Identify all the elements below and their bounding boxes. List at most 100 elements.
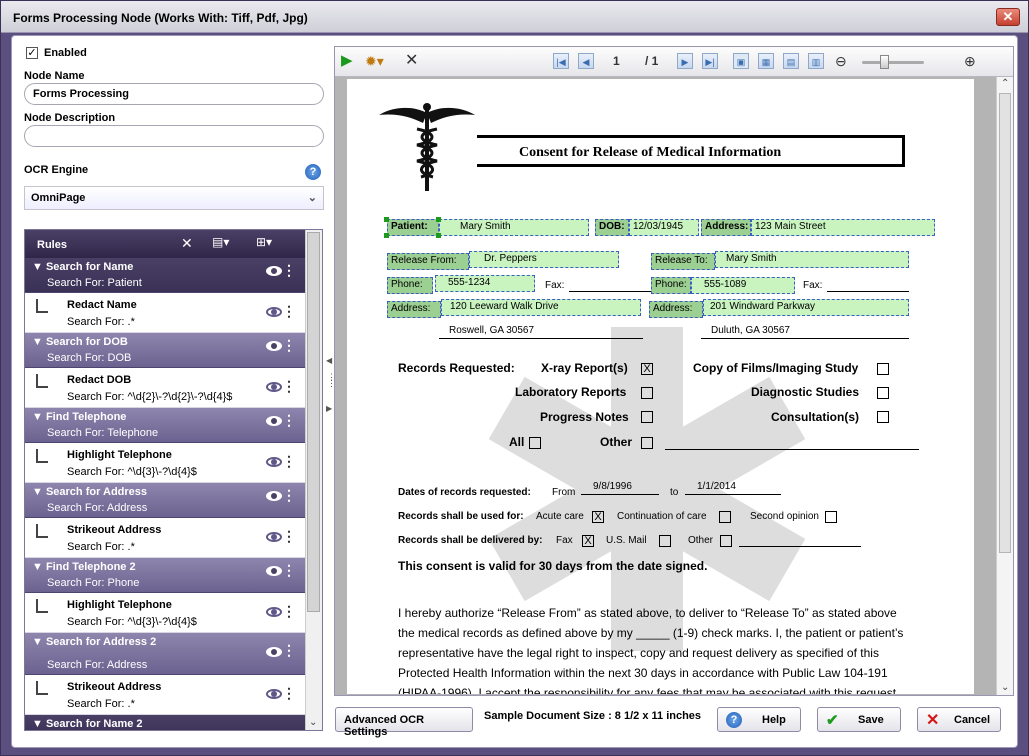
eye-icon[interactable] bbox=[266, 647, 282, 657]
more-options-icon[interactable]: ⋮ bbox=[282, 263, 296, 277]
other-delivery-checkbox[interactable] bbox=[720, 535, 732, 547]
release-to-value-field[interactable]: Mary Smith bbox=[715, 251, 909, 268]
selection-handle[interactable] bbox=[384, 217, 389, 222]
more-options-icon[interactable]: ⋮ bbox=[282, 563, 296, 577]
rule-action[interactable]: Highlight Telephone Search For: ^\d{3}\-?… bbox=[25, 593, 306, 633]
close-button[interactable]: ✕ bbox=[996, 8, 1020, 26]
current-page[interactable]: 1 bbox=[613, 53, 620, 69]
scroll-down-icon[interactable]: ⌄ bbox=[1001, 682, 1009, 693]
rule-group[interactable]: ▼ Search for Address 2 Search For: Addres… bbox=[25, 633, 306, 675]
previous-page-icon[interactable]: ◀ bbox=[578, 53, 594, 69]
eye-icon[interactable] bbox=[266, 607, 282, 617]
actual-size-icon[interactable]: ▥ bbox=[808, 53, 824, 69]
zoom-in-icon[interactable]: ⊕ bbox=[964, 53, 976, 69]
patient-label-field[interactable]: Patient: bbox=[387, 219, 439, 236]
release-from-label-field[interactable]: Release From: bbox=[387, 253, 469, 270]
xray-checkbox[interactable]: X bbox=[641, 363, 653, 375]
save-button[interactable]: ✔ Save bbox=[817, 707, 901, 732]
eye-icon[interactable] bbox=[266, 266, 282, 276]
zoom-slider-thumb[interactable] bbox=[880, 55, 889, 69]
selection-handle[interactable] bbox=[436, 217, 441, 222]
phone-label-to[interactable]: Phone: bbox=[651, 277, 691, 294]
rules-scrollbar[interactable]: ⌄ bbox=[305, 230, 322, 730]
eye-icon[interactable] bbox=[266, 457, 282, 467]
cancel-button[interactable]: ✕ Cancel bbox=[917, 707, 1001, 732]
dob-label-field[interactable]: DOB: bbox=[595, 219, 629, 236]
rule-group[interactable]: ▼ Search for DOB Search For: DOB ⋮ bbox=[25, 333, 306, 368]
more-options-icon[interactable]: ⋮ bbox=[282, 304, 296, 318]
rule-group[interactable]: ▼ Find Telephone Search For: Telephone ⋮ bbox=[25, 408, 306, 443]
eye-icon[interactable] bbox=[266, 689, 282, 699]
films-checkbox[interactable] bbox=[877, 363, 889, 375]
document-scroll-thumb[interactable] bbox=[999, 93, 1011, 553]
address-to-field[interactable]: 201 Windward Parkway bbox=[703, 299, 909, 316]
rule-action[interactable]: Strikeout Address Search For: .* ⋮ bbox=[25, 675, 306, 715]
address-to-label[interactable]: Address: bbox=[649, 301, 703, 318]
acute-checkbox[interactable]: X bbox=[592, 511, 604, 523]
rule-action[interactable]: Highlight Telephone Search For: ^\d{3}\-?… bbox=[25, 443, 306, 483]
phone-label-from[interactable]: Phone: bbox=[387, 277, 433, 294]
more-options-icon[interactable]: ⋮ bbox=[282, 529, 296, 543]
rules-scroll-thumb[interactable] bbox=[307, 232, 320, 612]
eye-icon[interactable] bbox=[266, 532, 282, 542]
rule-group[interactable]: ▼ Search for Name 2 bbox=[25, 715, 306, 730]
eye-icon[interactable] bbox=[266, 307, 282, 317]
collapse-left-icon[interactable]: ◀ bbox=[326, 356, 332, 365]
eye-icon[interactable] bbox=[266, 382, 282, 392]
release-to-label-field[interactable]: Release To: bbox=[651, 253, 715, 270]
fit-width-icon[interactable]: ▤ bbox=[783, 53, 799, 69]
zoom-slider[interactable] bbox=[862, 55, 924, 69]
address-from-field[interactable]: 120 Leeward Walk Drive bbox=[441, 299, 641, 316]
lab-checkbox[interactable] bbox=[641, 387, 653, 399]
fax-checkbox[interactable]: X bbox=[582, 535, 594, 547]
more-options-icon[interactable]: ⋮ bbox=[282, 413, 296, 427]
more-options-icon[interactable]: ⋮ bbox=[282, 686, 296, 700]
consultation-checkbox[interactable] bbox=[877, 411, 889, 423]
more-options-icon[interactable]: ⋮ bbox=[282, 379, 296, 393]
selection-handle[interactable] bbox=[436, 233, 441, 238]
rule-action[interactable]: Redact Name Search For: .* ⋮ bbox=[25, 293, 306, 333]
address-label-field[interactable]: Address: bbox=[701, 219, 751, 236]
other-checkbox[interactable] bbox=[641, 437, 653, 449]
help-icon[interactable]: ? bbox=[305, 164, 321, 180]
image-view-icon[interactable]: ▣ bbox=[733, 53, 749, 69]
all-checkbox[interactable] bbox=[529, 437, 541, 449]
second-opinion-checkbox[interactable] bbox=[825, 511, 837, 523]
node-name-input[interactable]: Forms Processing bbox=[24, 83, 324, 105]
help-button[interactable]: ? Help bbox=[717, 707, 801, 732]
node-description-input[interactable] bbox=[24, 125, 324, 147]
address-from-label[interactable]: Address: bbox=[387, 301, 441, 318]
scroll-up-icon[interactable]: ⌃ bbox=[1001, 78, 1009, 89]
release-from-value-field[interactable]: Dr. Peppers bbox=[469, 251, 619, 268]
eye-icon[interactable] bbox=[266, 566, 282, 576]
next-page-icon[interactable]: ▶ bbox=[677, 53, 693, 69]
more-options-icon[interactable]: ⋮ bbox=[282, 604, 296, 618]
advanced-ocr-settings-button[interactable]: Advanced OCR Settings bbox=[335, 707, 473, 738]
mail-checkbox[interactable] bbox=[659, 535, 671, 547]
phone-to-field[interactable]: 555-1089 bbox=[691, 277, 795, 294]
more-options-icon[interactable]: ⋮ bbox=[282, 338, 296, 352]
enabled-checkbox[interactable]: ✓ bbox=[26, 47, 38, 59]
selection-handle[interactable] bbox=[384, 233, 389, 238]
rule-action[interactable]: Redact DOB Search For: ^\d{2}\-?\d{2}\-?\… bbox=[25, 368, 306, 408]
diagnostic-checkbox[interactable] bbox=[877, 387, 889, 399]
patient-value-field[interactable]: Mary Smith bbox=[439, 219, 589, 236]
continuation-checkbox[interactable] bbox=[719, 511, 731, 523]
clear-icon[interactable]: ✕ bbox=[405, 53, 418, 69]
more-options-icon[interactable]: ⋮ bbox=[282, 488, 296, 502]
progress-checkbox[interactable] bbox=[641, 411, 653, 423]
add-rule-menu-icon[interactable]: ▤▾ bbox=[212, 235, 229, 249]
rule-action[interactable]: Strikeout Address Search For: .* ⋮ bbox=[25, 518, 306, 558]
last-page-icon[interactable]: ▶| bbox=[702, 53, 718, 69]
play-icon[interactable]: ▶ bbox=[341, 53, 353, 69]
dob-value-field[interactable]: 12/03/1945 bbox=[629, 219, 699, 236]
eye-icon[interactable] bbox=[266, 341, 282, 351]
address-value-field[interactable]: 123 Main Street bbox=[751, 219, 935, 236]
scroll-down-icon[interactable]: ⌄ bbox=[309, 717, 317, 728]
panel-splitter[interactable]: ◀ ⋮ ⋮ ▶ bbox=[326, 356, 336, 416]
phone-from-field[interactable]: 555-1234 bbox=[435, 275, 535, 292]
eye-icon[interactable] bbox=[266, 491, 282, 501]
delete-rule-icon[interactable]: ✕ bbox=[181, 235, 193, 252]
rule-group[interactable]: ▼ Search for Name Search For: Patient ⋮ bbox=[25, 258, 306, 293]
rule-group[interactable]: ▼ Search for Address Search For: Address ⋮ bbox=[25, 483, 306, 518]
